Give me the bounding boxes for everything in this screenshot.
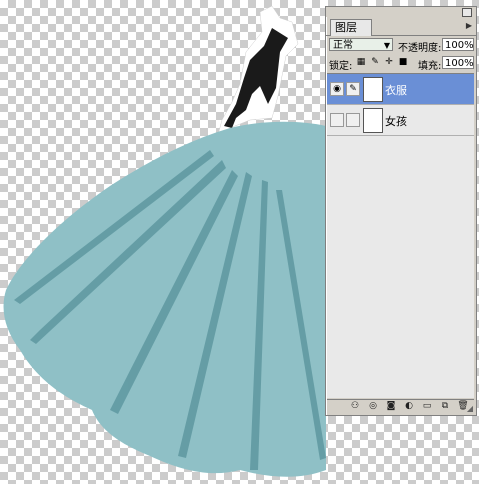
visibility-toggle-icon[interactable]	[330, 113, 344, 127]
layers-panel: 图层 ▶ 正常 ▼ 不透明度: 100% 锁定: ▦ ✎ ✛ ■ 填充: 100…	[325, 6, 477, 416]
layer-row-girl[interactable]: 女孩	[327, 105, 474, 136]
layer-name: 女孩	[385, 115, 407, 128]
brush-link-icon[interactable]: ✎	[346, 82, 360, 96]
layer-row-clothes[interactable]: ◉ ✎ 衣服	[327, 74, 474, 105]
adjustment-icon[interactable]: ◐	[403, 401, 415, 412]
layer-list: ◉ ✎ 衣服 女孩	[327, 73, 474, 398]
resize-grip-icon[interactable]: ◢	[467, 404, 473, 413]
lock-move-icon[interactable]: ✛	[384, 57, 394, 67]
fill-value: 100%	[445, 58, 474, 69]
chevron-down-icon: ▼	[383, 41, 390, 50]
layer-name: 衣服	[385, 84, 407, 97]
layer-thumbnail	[363, 77, 383, 102]
opacity-value: 100%	[445, 40, 474, 51]
tab-layers-label: 图层	[335, 21, 357, 34]
layer-thumbnail	[363, 108, 383, 133]
opacity-field[interactable]: 100%	[442, 38, 474, 51]
lock-fill-row: 锁定: ▦ ✎ ✛ ■ 填充: 100%	[326, 55, 476, 72]
new-group-icon[interactable]: ▭	[421, 401, 433, 412]
tab-layers[interactable]: 图层	[330, 19, 372, 36]
fill-field[interactable]: 100%	[442, 56, 474, 69]
layers-bottom-bar: ⚇ ◎ ◙ ◐ ▭ ⧉ 🗑 ◢	[327, 399, 474, 414]
opacity-label: 不透明度:	[398, 43, 442, 54]
mask-icon[interactable]: ◙	[385, 401, 397, 412]
blend-opacity-row: 正常 ▼ 不透明度: 100%	[326, 37, 476, 54]
dress-skirt	[3, 121, 327, 477]
blend-mode-select[interactable]: 正常 ▼	[329, 38, 393, 51]
new-layer-icon[interactable]: ⧉	[439, 401, 451, 412]
lock-all-icon[interactable]: ■	[398, 57, 408, 67]
panel-tab-row: 图层 ▶	[326, 17, 476, 36]
fill-label: 填充:	[418, 61, 442, 72]
document-canvas[interactable]: 图层 ▶ 正常 ▼ 不透明度: 100% 锁定: ▦ ✎ ✛ ■ 填充: 100…	[0, 0, 479, 484]
layer-style-icon[interactable]: ◎	[367, 401, 379, 412]
blend-mode-value: 正常	[333, 40, 353, 51]
link-icon[interactable]	[346, 113, 360, 127]
panel-menu-icon[interactable]: ▶	[466, 21, 472, 30]
panel-title-bar[interactable]	[326, 7, 476, 17]
lock-transparency-icon[interactable]: ▦	[356, 57, 366, 67]
lock-brush-icon[interactable]: ✎	[370, 57, 380, 67]
link-icon[interactable]: ⚇	[349, 401, 361, 412]
eye-icon[interactable]: ◉	[330, 82, 344, 96]
lock-label: 锁定:	[329, 61, 353, 72]
close-icon[interactable]	[462, 8, 472, 17]
